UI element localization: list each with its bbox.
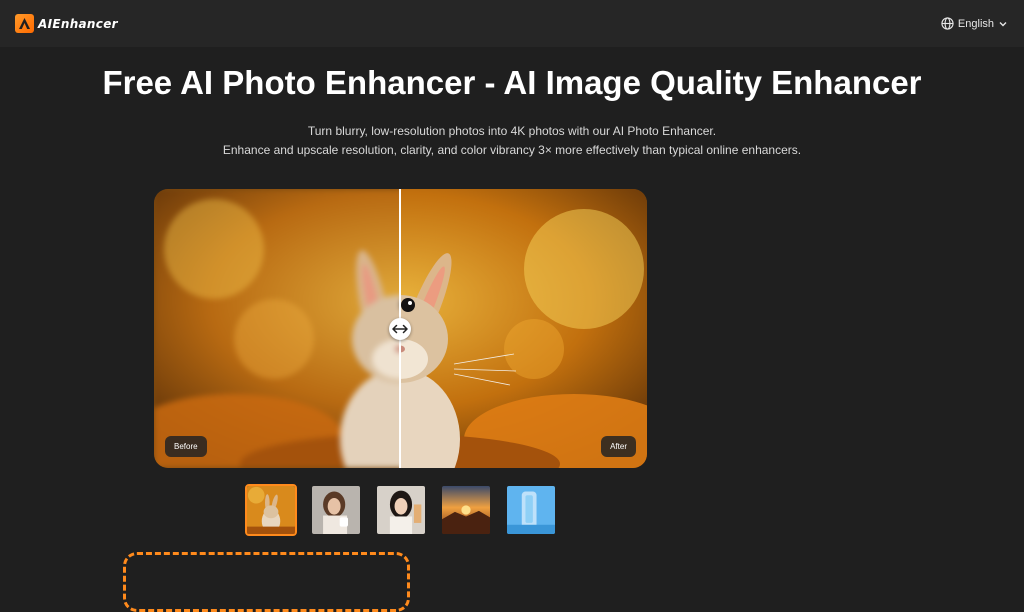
chevron-down-icon: [999, 21, 1007, 26]
logo-text: AIEnhancer: [38, 16, 118, 31]
before-label: Before: [165, 436, 207, 457]
sample-thumbnails: [245, 484, 557, 536]
after-label: After: [601, 436, 636, 457]
subtitle-line-1: Turn blurry, low-resolution photos into …: [307, 124, 717, 138]
thumbnail-woman-with-cup[interactable]: [310, 484, 362, 536]
page-title: Free AI Photo Enhancer - AI Image Qualit…: [102, 64, 922, 101]
before-after-comparison[interactable]: Before After: [154, 189, 647, 468]
page-subtitle: Turn blurry, low-resolution photos into …: [0, 122, 1024, 160]
globe-icon: [941, 17, 954, 30]
thumbnail-woman-portrait[interactable]: [375, 484, 427, 536]
slider-handle[interactable]: [389, 318, 411, 340]
arrows-horizontal-icon: [392, 324, 408, 334]
before-image: [154, 189, 400, 468]
after-image: [400, 189, 647, 468]
subtitle-line-2: Enhance and upscale resolution, clarity,…: [222, 143, 802, 157]
thumbnail-rabbit[interactable]: [245, 484, 297, 536]
logo[interactable]: AIEnhancer: [15, 14, 118, 33]
upload-dropzone[interactable]: [123, 552, 410, 612]
language-label: English: [957, 17, 994, 30]
thumbnail-sunset-landscape[interactable]: [440, 484, 492, 536]
top-header: AIEnhancer English: [0, 0, 1024, 47]
thumbnail-blue-product[interactable]: [505, 484, 557, 536]
language-selector[interactable]: English: [941, 17, 1008, 30]
logo-icon: [15, 14, 34, 33]
